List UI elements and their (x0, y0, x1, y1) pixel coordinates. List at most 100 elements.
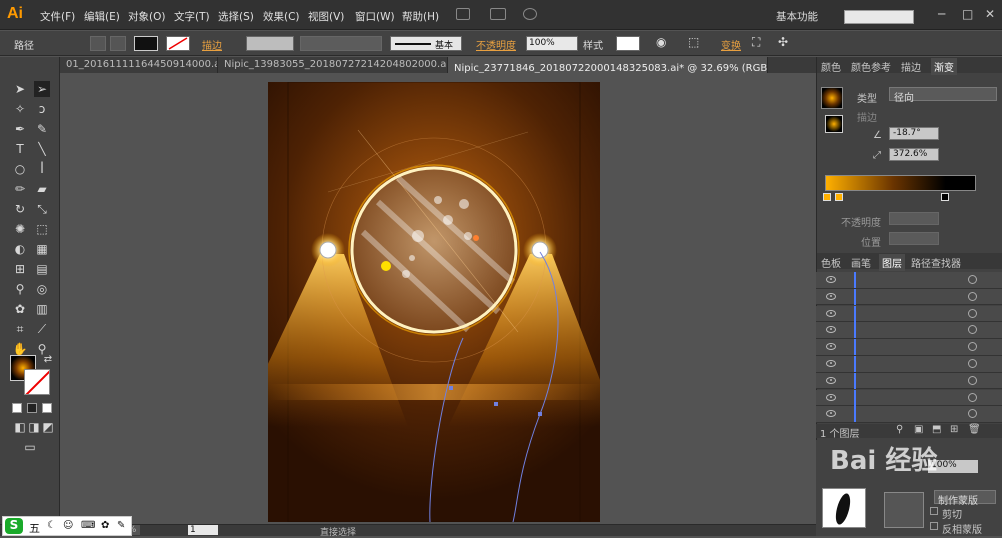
direct-selection-tool-icon[interactable]: ➢ (34, 81, 50, 97)
layer-row[interactable] (816, 288, 1002, 306)
visibility-eye-icon[interactable] (826, 292, 836, 300)
target-circle-icon[interactable] (968, 291, 977, 301)
tab-document-1[interactable]: 01_20161111164450914000.ai* (60, 57, 218, 73)
warp-tool-icon[interactable]: ✺ (12, 221, 28, 237)
target-circle-icon[interactable] (968, 342, 977, 352)
column-graph-icon[interactable]: ▥ (34, 301, 50, 317)
recolor-icon[interactable] (90, 36, 106, 51)
graphic-style-swatch[interactable] (616, 36, 640, 51)
fill-swatch[interactable] (134, 36, 158, 51)
screen-mode-icon[interactable]: ▭ (22, 439, 38, 455)
menu-select[interactable]: 选择(S) (218, 9, 254, 24)
menu-effect[interactable]: 效果(C) (263, 9, 300, 24)
target-circle-icon[interactable] (968, 308, 977, 318)
ime-keyboard-icon[interactable]: ⌨ (81, 520, 95, 531)
visibility-eye-icon[interactable] (826, 343, 836, 351)
free-transform-icon[interactable]: ⬚ (34, 221, 50, 237)
rotate-tool-icon[interactable]: ↻ (12, 201, 28, 217)
none-mode-icon[interactable] (42, 403, 52, 413)
more-options-icon[interactable]: ✣ (778, 35, 788, 49)
mask-thumbnail[interactable] (884, 492, 924, 528)
ime-settings-icon[interactable]: ✎ (117, 520, 125, 531)
color-mode-icon[interactable] (12, 403, 22, 413)
visibility-eye-icon[interactable] (826, 393, 836, 401)
stroke-swatch[interactable] (166, 36, 190, 51)
slice-tool-icon[interactable]: ⟋ (34, 321, 50, 337)
visibility-eye-icon[interactable] (826, 360, 836, 367)
tab-brushes[interactable]: 画笔 (851, 255, 871, 270)
menu-object[interactable]: 对象(O) (128, 9, 165, 24)
artboard-tool-icon[interactable]: ⌗ (12, 321, 28, 337)
delete-layer-icon[interactable]: 🗑 (968, 424, 981, 435)
pencil-tool-icon[interactable]: ✏ (12, 181, 28, 197)
visibility-eye-icon[interactable] (826, 376, 836, 384)
stroke-label[interactable]: 描边 (202, 37, 222, 52)
document-setup-icon[interactable]: ◉ (656, 35, 666, 49)
tab-gradient[interactable]: 渐变 (931, 58, 957, 75)
mesh-tool-icon[interactable]: ⊞ (12, 261, 28, 277)
target-circle-icon[interactable] (968, 325, 977, 335)
anchor-point[interactable] (449, 386, 453, 390)
object-thumbnail[interactable] (822, 488, 866, 528)
perspective-grid-icon[interactable]: ▦ (34, 241, 50, 257)
layer-row[interactable] (816, 272, 1002, 289)
swap-colors-icon[interactable]: ⇄ (40, 352, 56, 368)
target-circle-icon[interactable] (968, 359, 977, 368)
tab-layers[interactable]: 图层 (879, 254, 905, 271)
ime-punctuation-icon[interactable]: ☾ (47, 520, 56, 531)
aspect-ratio-field[interactable]: 372.6% (889, 148, 939, 161)
blend-tool-icon[interactable]: ◎ (34, 281, 50, 297)
stroke-weight-field[interactable] (246, 36, 294, 51)
minimize-button[interactable]: ─ (938, 7, 945, 21)
layer-row[interactable] (816, 372, 1002, 390)
gradient-mode-icon[interactable] (27, 403, 37, 413)
locate-object-icon[interactable]: ⚲ (896, 424, 903, 435)
gradient-stop-2[interactable] (835, 193, 843, 201)
align-icon[interactable]: ⬚ (688, 35, 699, 49)
type-tool-icon[interactable]: T (12, 141, 28, 157)
visibility-eye-icon[interactable] (826, 326, 836, 334)
menu-help[interactable]: 帮助(H) (402, 9, 439, 24)
layer-row[interactable] (816, 356, 1002, 373)
line-tool-icon[interactable]: ╲ (34, 141, 50, 157)
arrange-documents-icon[interactable] (490, 8, 506, 20)
selection-tool-icon[interactable]: ➤ (12, 81, 28, 97)
layer-row[interactable] (816, 406, 1002, 423)
make-clipping-mask-icon[interactable]: ▣ (914, 424, 923, 435)
tab-pathfinder[interactable]: 路径查找器 (911, 255, 961, 270)
paintbrush-icon[interactable]: ꟾ (34, 161, 50, 177)
layer-row[interactable] (816, 389, 1002, 407)
transform-each-icon[interactable]: ⛶ (752, 35, 760, 50)
pen-tool-icon[interactable]: ✒ (12, 121, 28, 137)
brush-definition[interactable]: 基本 (390, 36, 462, 51)
curvature-tool-icon[interactable]: ✎ (34, 121, 50, 137)
gradient-tool-icon[interactable]: ▤ (34, 261, 50, 277)
tab-document-2[interactable]: Nipic_13983055_20180727214204802000.ai* (218, 57, 448, 73)
tab-document-3[interactable]: Nipic_23771846_20180722000148325083.ai* … (448, 57, 768, 73)
symbol-sprayer-icon[interactable]: ✿ (12, 301, 28, 317)
layer-row[interactable] (816, 322, 1002, 339)
menu-type[interactable]: 文字(T) (174, 9, 210, 24)
target-circle-icon[interactable] (968, 375, 977, 385)
draw-inside-icon[interactable]: ◩ (40, 419, 56, 435)
visibility-eye-icon[interactable] (826, 276, 836, 283)
gradient-slider[interactable] (825, 175, 976, 191)
workspace-switcher[interactable]: 基本功能 (776, 9, 818, 24)
gradient-fill-swatch[interactable] (825, 115, 843, 133)
target-circle-icon[interactable] (968, 409, 977, 419)
eraser-tool-icon[interactable]: ▰ (34, 181, 50, 197)
menu-window[interactable]: 窗口(W) (355, 9, 395, 24)
transform-label[interactable]: 变换 (721, 37, 741, 52)
artboard[interactable] (268, 82, 600, 522)
lasso-icon[interactable]: ↄ (34, 101, 50, 117)
menu-edit[interactable]: 编辑(E) (84, 9, 120, 24)
gradient-position-field[interactable] (889, 232, 939, 245)
stroke-color-box[interactable] (24, 369, 50, 395)
close-button[interactable]: ✕ (985, 7, 995, 21)
tab-stroke[interactable]: 描边 (901, 59, 921, 74)
visibility-eye-icon[interactable] (826, 410, 836, 418)
layer-row[interactable] (816, 305, 1002, 323)
scale-tool-icon[interactable]: ⤡ (34, 201, 50, 217)
sogou-logo-icon[interactable]: S (5, 518, 23, 534)
shape-builder-icon[interactable]: ◐ (12, 241, 28, 257)
